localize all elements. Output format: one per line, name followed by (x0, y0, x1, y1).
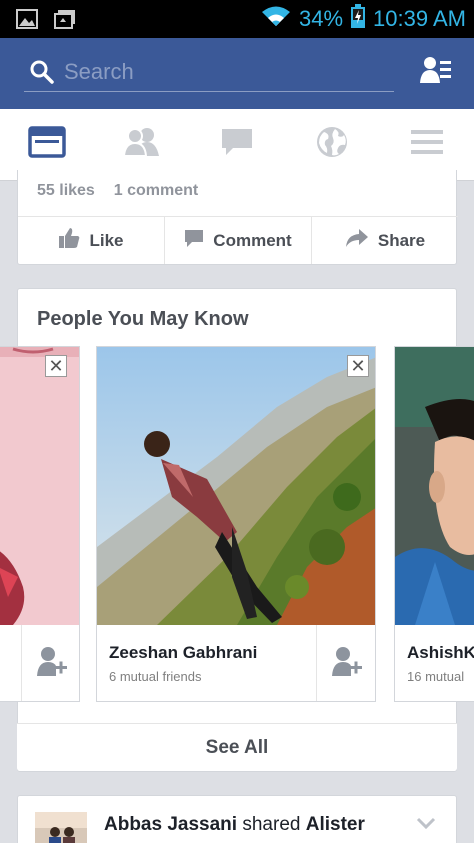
add-friend-button[interactable] (316, 625, 375, 701)
post-stats: 55 likes 1 comment (37, 182, 198, 200)
menu-icon (410, 128, 444, 161)
battery-icon (351, 4, 366, 33)
likes-count[interactable]: 55 likes (37, 182, 95, 199)
feed-story-card: Abbas Jassani shared Alister (17, 795, 457, 843)
search-input[interactable] (64, 55, 384, 89)
close-icon[interactable]: ✕ (45, 355, 67, 377)
wifi-icon (261, 5, 291, 32)
person-name[interactable]: AshishKu (407, 643, 474, 663)
photo-upload-icon (54, 9, 76, 34)
see-all-button[interactable]: See All (17, 723, 457, 771)
battery-percent: 34% (299, 5, 344, 31)
post-card: 55 likes 1 comment Like Comment Share (17, 170, 458, 265)
person-photo[interactable] (395, 347, 474, 625)
chevron-down-icon[interactable] (416, 816, 436, 834)
add-friend-button[interactable] (21, 625, 79, 701)
person-card-0[interactable]: ✕ (0, 346, 80, 702)
mutual-friends: 16 mutual (407, 669, 465, 684)
like-label: Like (89, 230, 124, 250)
story-author[interactable]: Abbas Jassani (104, 814, 237, 835)
search-box[interactable] (24, 52, 394, 92)
news-feed-icon (28, 126, 67, 163)
person-name[interactable]: Zeeshan Gabhrani (109, 643, 257, 663)
share-label: Share (377, 230, 426, 250)
gallery-icon (16, 9, 38, 34)
share-button[interactable]: Share (312, 217, 458, 264)
friend-list-icon[interactable] (420, 56, 452, 89)
story-target[interactable]: Alister (306, 814, 365, 835)
comment-label: Comment (213, 230, 292, 250)
person-card-1[interactable]: ✕ Zeeshan Gabhrani 6 mutual friends (96, 346, 376, 702)
comment-bubble-icon (184, 228, 204, 253)
status-bar: 34% 10:39 AM (0, 0, 474, 38)
person-card-2[interactable]: AshishKu 16 mutual (394, 346, 474, 702)
share-arrow-icon (345, 228, 369, 253)
avatar[interactable] (35, 812, 87, 843)
story-headline: Abbas Jassani shared Alister (104, 814, 365, 836)
person-photo[interactable] (97, 347, 375, 625)
notifications-globe-icon (316, 126, 348, 163)
header-bar (0, 38, 474, 109)
add-friend-icon (36, 646, 67, 683)
close-icon[interactable]: ✕ (347, 355, 369, 377)
post-actions: Like Comment Share (18, 216, 458, 264)
story-verb: shared (237, 814, 306, 835)
mutual-friends: 6 mutual friends (109, 669, 202, 684)
add-friend-icon (331, 646, 362, 683)
search-icon[interactable] (30, 60, 54, 89)
person-photo[interactable] (0, 347, 79, 625)
comment-button[interactable]: Comment (165, 217, 312, 264)
clock: 10:39 AM (373, 5, 466, 31)
messages-icon (221, 127, 253, 162)
comments-count[interactable]: 1 comment (114, 182, 198, 199)
friend-requests-icon (123, 127, 161, 162)
pymk-title: People You May Know (37, 308, 249, 330)
thumbs-up-icon (58, 227, 80, 254)
like-button[interactable]: Like (18, 217, 165, 264)
